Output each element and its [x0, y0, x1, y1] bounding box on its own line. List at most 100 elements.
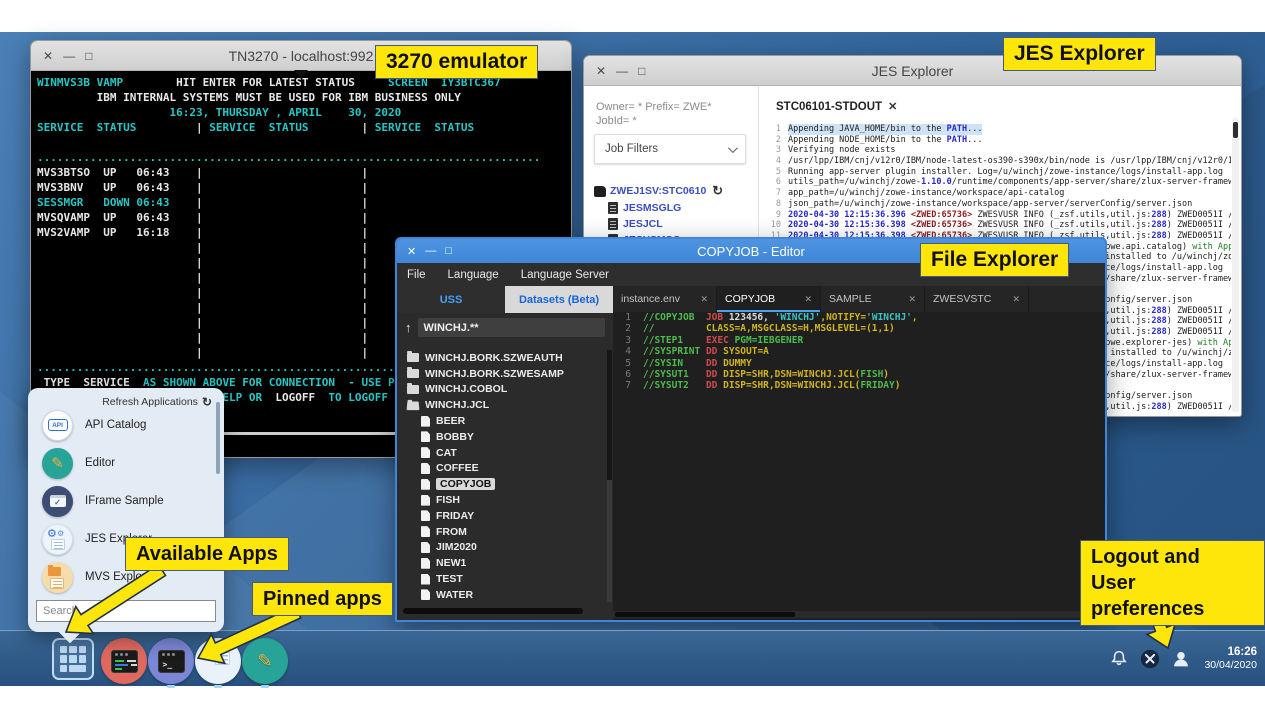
menu-item-file[interactable]: File	[407, 269, 426, 281]
log-line: 8json_path=/u/winchj/zowe-instance/works…	[764, 199, 1231, 210]
tree-item[interactable]: NEW1	[397, 555, 605, 571]
editor-tabbar: instance.env✕COPYJOB✕SAMPLE✕ZWESVSTC✕	[613, 286, 1105, 312]
settings-tools-icon[interactable]	[1138, 647, 1162, 671]
terminal-line: SESSMGR DOWN 06:43 | |	[37, 195, 569, 210]
tree-item[interactable]: FISH	[397, 492, 605, 508]
tree-item[interactable]: WINCHJ.BORK.SZWESAMP	[397, 366, 605, 382]
file-icon	[421, 542, 430, 553]
file-icon	[421, 526, 430, 537]
tree-hscrollbar[interactable]	[403, 608, 583, 614]
code-editor[interactable]: 1//COPYJOB JOB 123456, 'WINCHJ',NOTIFY='…	[613, 312, 1105, 610]
chevron-down-icon	[728, 143, 738, 153]
code-line: 1//COPYJOB JOB 123456, 'WINCHJ',NOTIFY='…	[613, 312, 1105, 323]
jes-job-filters-accordion[interactable]: Job Filters	[594, 134, 746, 164]
panel-tab-uss[interactable]: USS	[397, 286, 505, 313]
iframe-app-icon: ✓	[42, 486, 73, 517]
close-tab-icon[interactable]: ✕	[804, 294, 812, 305]
user-profile-icon[interactable]	[1169, 647, 1193, 671]
dataset-filter-input[interactable]: WINCHJ.**	[418, 318, 606, 337]
menu-item-language[interactable]: Language	[448, 269, 499, 281]
close-icon[interactable]: ✕	[407, 245, 416, 258]
close-tab-icon[interactable]: ✕	[1012, 294, 1020, 305]
tree-item[interactable]: FRIDAY	[397, 508, 605, 524]
tree-vscrollbar[interactable]	[607, 350, 612, 602]
gear-icon: ⚙	[47, 527, 57, 540]
editor-tab-zwesvstc[interactable]: ZWESVSTC✕	[925, 286, 1029, 312]
search-input[interactable]	[36, 600, 216, 622]
log-line: 2Appending NODE_HOME/bin to the PATH...	[764, 135, 1231, 146]
tree-item-label: WINCHJ.BORK.SZWEAUTH	[425, 352, 563, 364]
tree-item[interactable]: WINCHJ.COBOL	[397, 382, 605, 398]
pinned-app-jes-explorer[interactable]: ⚙	[195, 638, 241, 684]
maximize-icon[interactable]: □	[85, 49, 92, 63]
active-app-indicator	[167, 685, 175, 688]
app-menu-item-label: API Catalog	[85, 419, 146, 431]
tree-item-label: COFFEE	[436, 462, 479, 474]
tree-item[interactable]: COPYJOB	[397, 476, 605, 492]
pinned-app-editor[interactable]: ✎	[242, 638, 288, 684]
tree-item[interactable]: FROM	[397, 524, 605, 540]
log-line: 5Running app-server plugin installer. Lo…	[764, 167, 1231, 178]
annotation-jes-explorer: JES Explorer	[1003, 37, 1156, 71]
maximize-icon[interactable]: □	[445, 245, 452, 258]
file-icon	[421, 447, 430, 458]
pinned-app-vt-terminal[interactable]: >_	[148, 638, 194, 684]
editor-tab-copyjob[interactable]: COPYJOB✕	[717, 286, 821, 312]
code-line: 6//SYSUT1 DD DISP=SHR,DSN=WINCHJ.JCL(FIS…	[613, 369, 1105, 380]
close-tab-icon[interactable]: ✕	[888, 100, 897, 113]
close-icon[interactable]: ✕	[43, 49, 53, 63]
tree-item-label: WATER	[436, 589, 473, 601]
editor-tab-sample[interactable]: SAMPLE✕	[821, 286, 925, 312]
tree-item[interactable]: WINCHJ.BORK.SZWEAUTH	[397, 350, 605, 366]
minimize-icon[interactable]: —	[63, 49, 75, 63]
caret-down-icon	[294, 70, 308, 78]
tree-item[interactable]: TEST	[397, 571, 605, 587]
refresh-icon[interactable]: ↻	[712, 183, 723, 199]
app-menu-item-editor[interactable]: ✎Editor	[28, 444, 224, 482]
terminal-line: MVS3BTSO UP 06:43 | |	[37, 165, 569, 180]
spool-file-item[interactable]: JESJCL	[594, 216, 754, 232]
editor-tab-instance-env[interactable]: instance.env✕	[613, 286, 717, 312]
jes-scrollbar[interactable]	[1232, 118, 1239, 412]
editor-hscrollbar[interactable]	[613, 611, 1099, 618]
close-icon[interactable]: ✕	[596, 64, 606, 78]
pinned-app-3270-terminal[interactable]	[101, 638, 147, 684]
log-line: 92020-04-30 12:15:36.396 <ZWED:65736> ZW…	[764, 210, 1231, 221]
panel-tab-datasets-beta-[interactable]: Datasets (Beta)	[505, 286, 613, 313]
menu-scrollbar[interactable]	[216, 402, 220, 474]
tree-item[interactable]: JIM2020	[397, 540, 605, 556]
maximize-icon[interactable]: □	[638, 64, 645, 78]
tree-item[interactable]: BOBBY	[397, 429, 605, 445]
minimize-icon[interactable]: —	[616, 64, 628, 78]
app-menu-item-api-catalog[interactable]: APIAPI Catalog	[28, 406, 224, 444]
taskbar-clock: 16:26 30/04/2020	[1204, 646, 1257, 672]
app-menu-item-iframe-sample[interactable]: ✓IFrame Sample	[28, 482, 224, 520]
document-icon	[608, 218, 618, 230]
menu-item-language-server[interactable]: Language Server	[521, 269, 609, 281]
mvs-app-icon	[42, 562, 73, 593]
up-arrow-icon[interactable]: ↑	[405, 320, 412, 335]
pencil-icon: ✎	[257, 651, 272, 672]
terminal-line: SERVICE STATUS | SERVICE STATUS | SERVIC…	[37, 120, 569, 135]
app-launcher-button[interactable]	[52, 638, 94, 680]
jes-job-node[interactable]: ZWEJ1SV:STC0610 ↻	[594, 182, 754, 200]
list-card-icon	[51, 539, 65, 550]
file-icon	[421, 589, 430, 600]
tree-item-label: JIM2020	[436, 541, 477, 553]
tree-item[interactable]: WINCHJ.JCL	[397, 397, 605, 413]
minimize-icon[interactable]: —	[425, 245, 436, 258]
terminal-line	[37, 135, 569, 150]
spool-file-item[interactable]: JESMSGLG	[594, 200, 754, 216]
tree-item[interactable]: COFFEE	[397, 461, 605, 477]
notifications-bell-icon[interactable]	[1107, 647, 1131, 671]
terminal-line: IBM INTERNAL SYSTEMS MUST BE USED FOR IB…	[37, 90, 569, 105]
tree-item[interactable]: BEER	[397, 413, 605, 429]
tree-item-label: WINCHJ.JCL	[425, 399, 489, 411]
folder-icon	[48, 567, 61, 576]
terminal-line: MVS3BNV UP 06:43 | |	[37, 180, 569, 195]
tree-item[interactable]: WATER	[397, 587, 605, 603]
tree-item[interactable]: CAT	[397, 445, 605, 461]
close-tab-icon[interactable]: ✕	[700, 294, 708, 305]
close-tab-icon[interactable]: ✕	[908, 294, 916, 305]
jes-spool-tab[interactable]: STC06101-STDOUT ✕	[776, 100, 897, 113]
